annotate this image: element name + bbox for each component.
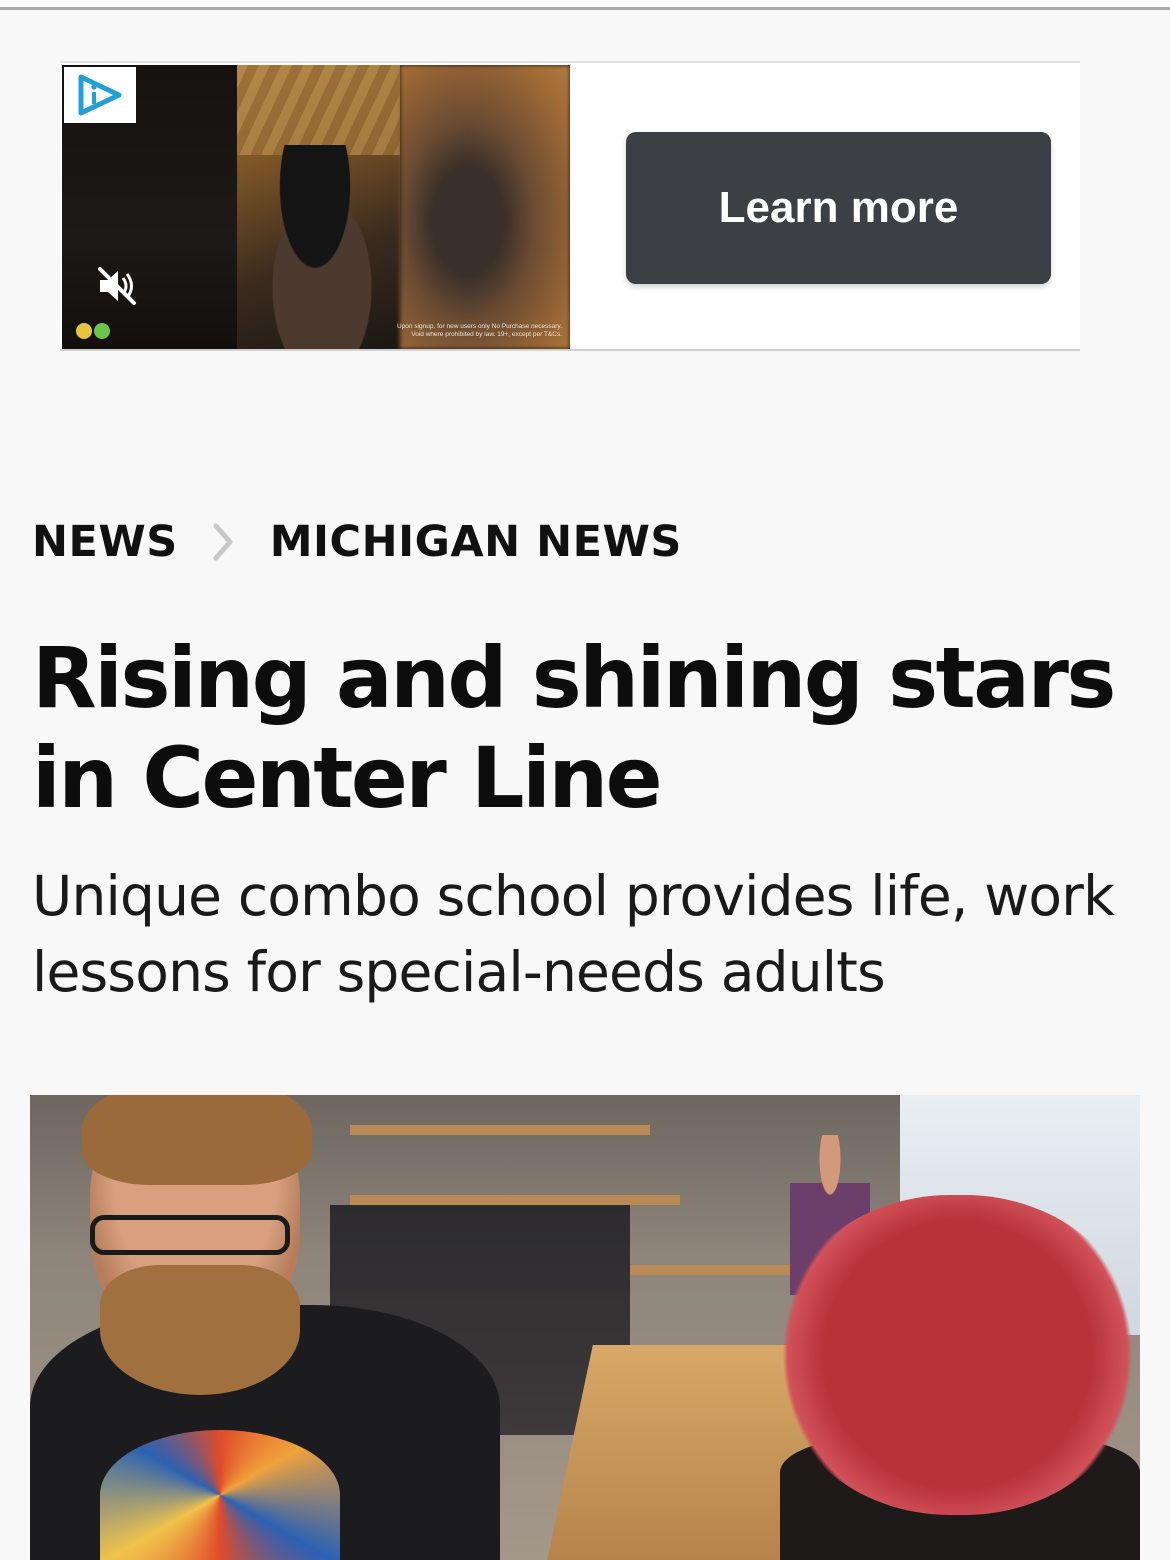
ad-video[interactable]: Upon signup, for new users only No Purch…	[62, 65, 570, 349]
hero-man-glasses	[90, 1215, 290, 1255]
top-divider	[0, 0, 1170, 10]
hero-woman-hair	[775, 1195, 1140, 1515]
hero-man	[30, 1095, 500, 1560]
hero-shirt-print	[100, 1430, 340, 1560]
ad-disclaimer: Upon signup, for new users only No Purch…	[322, 323, 562, 339]
breadcrumb-michigan-news[interactable]: MICHIGAN NEWS	[270, 517, 682, 567]
article-headline: Rising and shining stars in Center Line	[32, 629, 1116, 827]
breadcrumb-news[interactable]: NEWS	[32, 517, 178, 567]
speaker-muted-icon[interactable]	[92, 261, 142, 311]
ad-disclaimer-line-2: Void where prohibited by law. 19+, excep…	[411, 331, 562, 338]
hero-man-hair	[82, 1095, 312, 1185]
learn-more-button[interactable]: Learn more	[626, 132, 1051, 284]
ad-video-panel-middle	[237, 65, 400, 349]
ad-video-person	[245, 145, 385, 349]
ad-disclaimer-line-1: Upon signup, for new users only No Purch…	[397, 323, 562, 330]
hero-man-beard	[100, 1265, 300, 1395]
sponsor-badge-icon	[74, 317, 114, 341]
ad-video-floor	[237, 65, 400, 155]
breadcrumb: NEWS MICHIGAN NEWS	[32, 512, 682, 572]
article-hero-image[interactable]	[30, 1095, 1140, 1560]
advertisement[interactable]: Upon signup, for new users only No Purch…	[60, 61, 1080, 351]
chevron-right-icon	[198, 517, 248, 567]
play-info-icon[interactable]	[64, 67, 136, 123]
ad-video-panel-right	[400, 65, 570, 349]
article-subheadline: Unique combo school provides life, work …	[32, 864, 1115, 1004]
